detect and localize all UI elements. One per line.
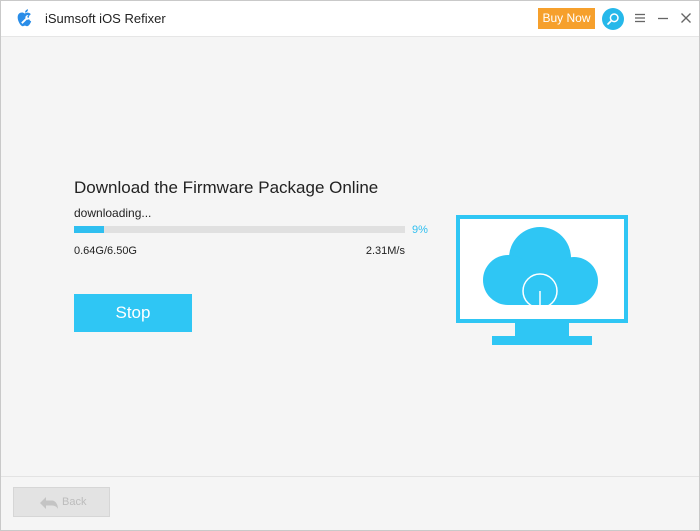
cloud-monitor-icon bbox=[456, 215, 628, 345]
menu-icon bbox=[635, 13, 645, 23]
back-arrow-icon bbox=[40, 497, 58, 509]
back-label: Back bbox=[62, 496, 87, 508]
stop-button[interactable]: Stop bbox=[74, 294, 192, 332]
search-button[interactable] bbox=[602, 8, 624, 30]
close-button[interactable] bbox=[677, 9, 695, 27]
progress-percent: 9% bbox=[412, 224, 428, 236]
menu-button[interactable] bbox=[631, 9, 649, 27]
page-heading: Download the Firmware Package Online bbox=[74, 178, 379, 197]
back-button[interactable]: Back bbox=[13, 487, 110, 517]
title-bar[interactable]: iSumsoft iOS Refixer Buy Now bbox=[1, 1, 699, 37]
download-speed: 2.31M/s bbox=[365, 245, 405, 257]
search-icon bbox=[607, 13, 619, 25]
app-window: iSumsoft iOS Refixer Buy Now Download th… bbox=[0, 0, 700, 531]
close-icon bbox=[681, 13, 691, 23]
download-progress-bar bbox=[74, 226, 405, 233]
minimize-icon bbox=[658, 17, 668, 20]
downloaded-size: 0.64G/6.50G bbox=[74, 245, 137, 257]
apple-wrench-icon bbox=[17, 9, 32, 27]
progress-fill bbox=[74, 226, 104, 233]
app-title: iSumsoft iOS Refixer bbox=[45, 11, 166, 26]
download-status: downloading... bbox=[74, 206, 152, 220]
buy-now-button[interactable]: Buy Now bbox=[538, 8, 595, 29]
main-content: Download the Firmware Package Online dow… bbox=[1, 37, 699, 475]
minimize-button[interactable] bbox=[654, 9, 672, 27]
footer-bar: Back bbox=[1, 476, 699, 530]
